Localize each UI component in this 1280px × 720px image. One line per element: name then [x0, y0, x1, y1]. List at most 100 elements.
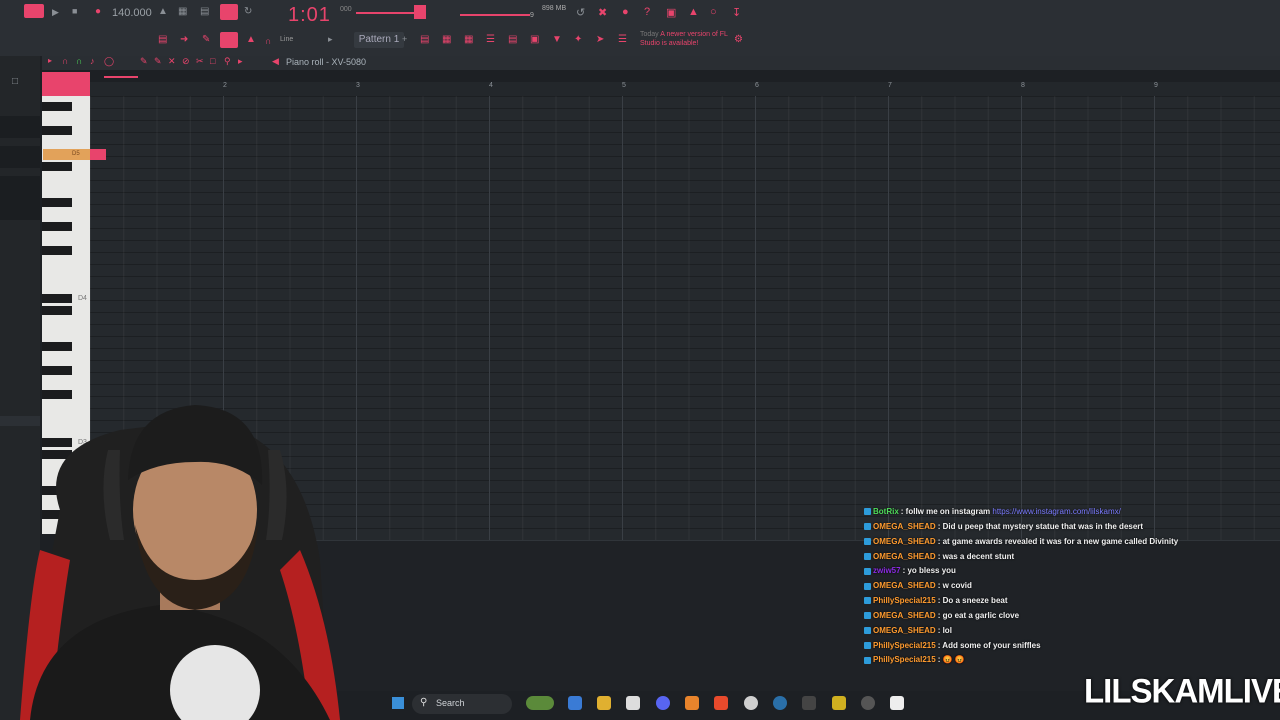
plugin-picker-icon[interactable]: ▣	[530, 34, 544, 48]
bar-line	[1021, 96, 1022, 540]
chat-icon[interactable]: ○	[710, 6, 724, 20]
octave-label: D4	[78, 295, 87, 302]
undo-icon[interactable]: ↺	[576, 6, 590, 20]
piano-roll-tools: ▸ ∩ ∩ ♪ ◯ ✎ ✎ ✕ ⊘ ✂ □ ⚲ ▸ ◀	[44, 56, 279, 70]
play-icon[interactable]: ▶	[52, 7, 66, 21]
steam-icon[interactable]	[773, 696, 787, 710]
chat-text: at game awards revealed it was for a new…	[942, 536, 1179, 546]
slice-tool-icon[interactable]: ✂	[196, 56, 204, 67]
snap-mode[interactable]: Line	[280, 36, 302, 46]
arrow-right-icon[interactable]: ➜	[180, 34, 194, 48]
store-icon[interactable]	[626, 696, 640, 710]
metronome-icon[interactable]: ▲	[158, 6, 172, 20]
discord-icon[interactable]	[656, 696, 670, 710]
stamp-icon[interactable]: ▲	[246, 34, 260, 48]
piano-roll-timeline[interactable]: 2 3 4 5 6 7 8 9	[90, 82, 1280, 96]
loop-record-icon[interactable]: ↻	[244, 6, 258, 20]
black-key[interactable]	[42, 342, 72, 351]
snap-link-button[interactable]	[220, 32, 238, 48]
browser-item[interactable]	[0, 116, 40, 138]
menu-arrow-icon[interactable]: ▸	[48, 56, 52, 65]
widgets-icon[interactable]	[526, 696, 554, 710]
black-key[interactable]	[42, 102, 72, 111]
mixer-view-icon[interactable]: ☰	[486, 34, 500, 48]
download-icon[interactable]: ↧	[732, 6, 746, 20]
browser-item[interactable]	[0, 176, 40, 220]
browser-icon[interactable]: ▤	[508, 34, 522, 48]
file-explorer-icon[interactable]	[597, 696, 611, 710]
news-settings-icon[interactable]: ⚙	[734, 34, 748, 48]
brush-icon[interactable]: ✎	[202, 34, 216, 48]
stamp-tool-icon[interactable]: ◯	[104, 56, 114, 67]
piano-roll-arrow-icon[interactable]: ◀	[272, 56, 279, 67]
paint-tool-icon[interactable]: ✎	[154, 56, 162, 67]
snap-tool-icon[interactable]: ∩	[76, 56, 82, 66]
copilot-icon[interactable]	[568, 696, 582, 710]
record-icon[interactable]: ●	[95, 6, 109, 20]
mute-tool-icon[interactable]: ⊘	[182, 56, 190, 67]
fl-toolbar: ▶ ■ ● 140.000 ▲ ▦ ▤ ↻ 1:01 000 9 898 MB …	[0, 0, 1280, 56]
fl-studio-icon[interactable]	[685, 696, 699, 710]
bar-number: 2	[223, 82, 227, 89]
brave-icon[interactable]	[714, 696, 728, 710]
note[interactable]	[90, 149, 106, 160]
magnet-icon[interactable]: ∩	[265, 36, 279, 50]
app-icon[interactable]	[861, 696, 875, 710]
stop-icon[interactable]: ■	[72, 6, 86, 20]
news-panel[interactable]: Today A newer version of FL Studio is av…	[640, 30, 730, 48]
channel-icon[interactable]: ▦	[464, 34, 478, 48]
mixer-icon[interactable]: ✖	[598, 6, 612, 20]
fl-logo-icon[interactable]	[24, 4, 44, 18]
black-key[interactable]	[42, 198, 72, 207]
browser-folder-icon[interactable]: □	[12, 76, 18, 87]
playlist-icon[interactable]: ▤	[420, 34, 434, 48]
app-icon[interactable]	[802, 696, 816, 710]
tools-icon[interactable]: ✦	[574, 34, 588, 48]
touch-keyboard-icon[interactable]: ▼	[552, 34, 566, 48]
capcut-icon[interactable]	[890, 696, 904, 710]
add-pattern-icon[interactable]: +	[402, 34, 416, 48]
black-key[interactable]	[42, 366, 72, 375]
black-key[interactable]	[42, 162, 72, 171]
countdown-icon[interactable]: ▤	[200, 6, 214, 20]
delete-tool-icon[interactable]: ✕	[168, 56, 176, 67]
chat-username: OMEGA_SHEAD	[873, 581, 936, 591]
channel-rack-icon[interactable]: ▤	[158, 34, 172, 48]
playhead-marker[interactable]	[104, 76, 138, 78]
pitch-slider[interactable]	[460, 14, 530, 16]
chat-text: follw me on instagram	[905, 507, 991, 516]
memory-usage: 898 MB	[542, 5, 567, 12]
browser-item[interactable]	[0, 146, 40, 168]
pencil-tool-icon[interactable]: ✎	[140, 56, 148, 67]
app-icon[interactable]	[832, 696, 846, 710]
chat-link[interactable]: https://www.instagram.com/lilskamx/	[992, 507, 1120, 516]
plugin-icon[interactable]: ▲	[688, 6, 702, 20]
black-key[interactable]	[42, 222, 72, 231]
pattern-selector[interactable]: Pattern 1	[354, 32, 404, 48]
project-icon[interactable]: ➤	[596, 34, 610, 48]
microphone-icon[interactable]: ●	[622, 6, 636, 20]
start-icon[interactable]	[392, 697, 404, 709]
magnet-tool-icon[interactable]: ∩	[62, 56, 68, 66]
note-tool-icon[interactable]: ♪	[90, 56, 95, 66]
select-tool-icon[interactable]: □	[210, 56, 215, 66]
save-icon[interactable]: ▣	[666, 6, 680, 20]
help-icon[interactable]: ?	[644, 6, 658, 20]
obs-icon[interactable]	[744, 696, 758, 710]
black-key[interactable]	[42, 126, 72, 135]
piano-roll-icon[interactable]: ▦	[442, 34, 456, 48]
piano-roll-corner[interactable]	[42, 72, 90, 96]
chat-username: OMEGA_SHEAD	[873, 610, 936, 620]
bar-number: 5	[622, 82, 626, 89]
black-key[interactable]	[42, 246, 72, 255]
black-key[interactable]	[42, 294, 72, 303]
playback-tool-icon[interactable]: ▸	[238, 56, 243, 67]
zoom-tool-icon[interactable]: ⚲	[224, 56, 231, 67]
master-volume-knob[interactable]	[414, 5, 426, 19]
sequencer-icon[interactable]: ☰	[618, 34, 632, 48]
tempo-display[interactable]: 140.000	[112, 7, 152, 21]
wait-icon[interactable]: ▦	[178, 6, 192, 20]
pattern-arrow-icon[interactable]: ▸	[328, 34, 342, 48]
step-edit-button[interactable]	[220, 4, 238, 20]
black-key[interactable]	[42, 306, 72, 315]
